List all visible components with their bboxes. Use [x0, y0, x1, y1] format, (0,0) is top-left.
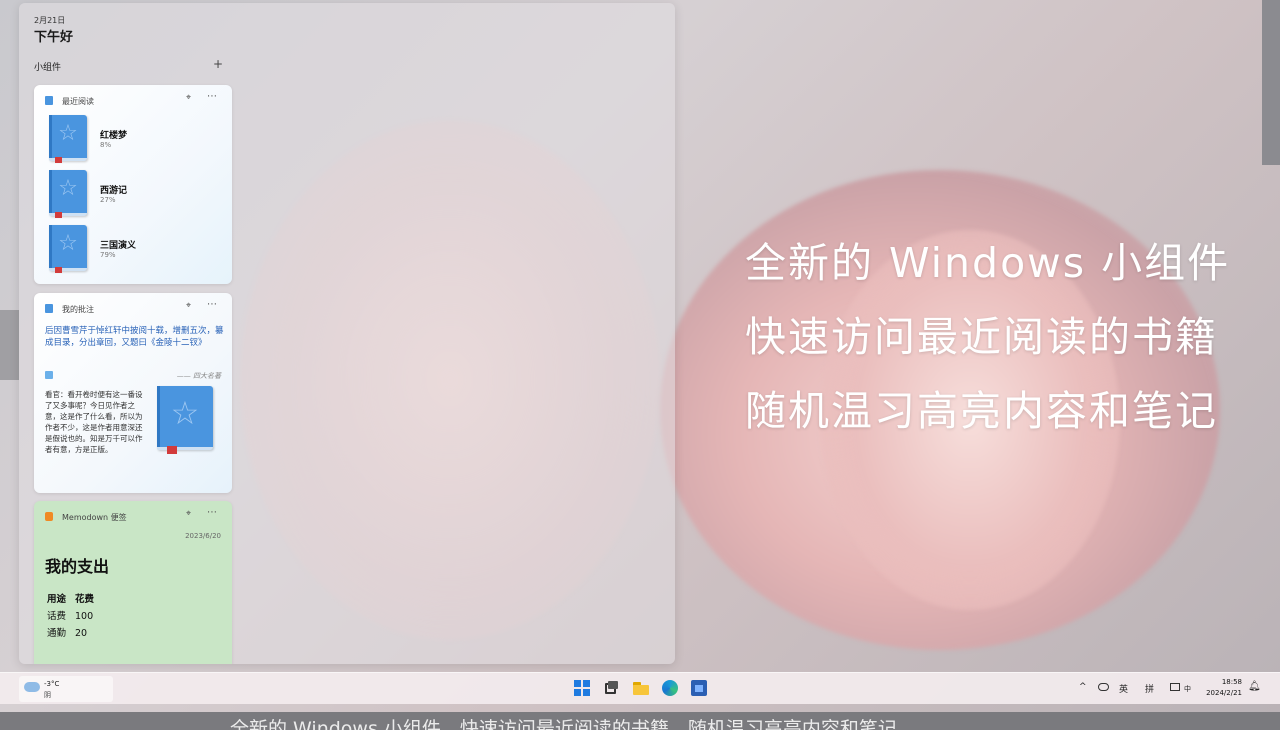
subtitle-strip: 全新的 Windows 小组件，快速访问最近阅读的书籍，随机温习高亮内容和笔记 — [0, 712, 1280, 730]
note-body: 看官：看开卷时便有这一番设了又多事呢？今日见作者之意，这是作了什么看，所以为作者… — [45, 390, 143, 454]
promo-line-2: 快速访问最近阅读的书籍 — [745, 313, 1218, 361]
table-row: 话费 100 — [47, 608, 94, 625]
table-cell: 100 — [75, 611, 94, 622]
add-widget-button[interactable]: + — [213, 57, 223, 71]
widgets-label: 小组件 — [34, 63, 62, 73]
more-options-icon[interactable]: ⋯ — [207, 507, 218, 518]
quote-source: —— 四大名著 — [176, 372, 221, 380]
widgets-panel: 2月21日 下午好 小组件 + 最近阅读 ⌖ ⋯ ☆ 红楼梦 8% ☆ 西游记 … — [19, 3, 675, 664]
star-icon: ☆ — [170, 394, 200, 432]
book-cover-large[interactable]: ☆ — [157, 386, 213, 454]
table-header: 用途 花费 — [47, 591, 94, 608]
bookmark-icon — [55, 267, 62, 273]
panel-date: 2月21日 — [34, 16, 66, 25]
file-explorer-icon[interactable] — [633, 680, 649, 696]
book-cover-icon: ☆ — [157, 386, 213, 454]
star-icon: ☆ — [58, 231, 78, 256]
column-header: 花费 — [75, 594, 95, 605]
bookmark-icon — [167, 446, 177, 454]
bookmark-icon — [55, 157, 62, 163]
book-icon — [45, 96, 53, 105]
note-icon — [45, 371, 53, 379]
background-window-edge-left — [0, 310, 19, 380]
book-progress: 79% — [100, 251, 116, 259]
star-icon: ☆ — [58, 121, 78, 146]
tray-cloud-icon[interactable] — [1098, 683, 1109, 691]
memo-heading: 我的支出 — [45, 557, 110, 576]
tray-chevron-icon[interactable]: ^ — [1079, 682, 1087, 692]
memodown-widget[interactable]: Memodown 便签 ⌖ ⋯ 2023/6/20 我的支出 用途 花费 话费 10… — [34, 501, 232, 664]
star-icon: ☆ — [58, 176, 78, 201]
highlight-quote[interactable]: 后因曹雪芹于悼红轩中披阅十载，增删五次，纂成目录，分出章回，又题曰《金陵十二钗》 — [45, 325, 227, 349]
store-app-icon[interactable] — [691, 680, 707, 696]
weather-condition: 阴 — [44, 691, 51, 699]
table-cell: 通勤 — [47, 628, 67, 639]
table-cell: 20 — [75, 628, 88, 639]
widget-header: 我的批注 ⌖ ⋯ — [34, 293, 232, 323]
weather-widget-button[interactable]: -3°C 阴 — [19, 676, 113, 702]
recent-reading-widget[interactable]: 最近阅读 ⌖ ⋯ ☆ 红楼梦 8% ☆ 西游记 27% ☆ 三国演义 79% — [34, 85, 232, 284]
my-notes-widget[interactable]: 我的批注 ⌖ ⋯ 后因曹雪芹于悼红轩中披阅十载，增删五次，纂成目录，分出章回，又… — [34, 293, 232, 493]
book-item[interactable]: ☆ 西游记 27% — [49, 170, 219, 218]
widget-header: 最近阅读 ⌖ ⋯ — [34, 85, 232, 115]
book-title: 三国演义 — [100, 241, 137, 251]
widget-header: Memodown 便签 ⌖ ⋯ — [34, 501, 232, 531]
widget-title: Memodown 便签 — [62, 513, 127, 522]
bookmark-icon — [55, 212, 62, 218]
memo-date: 2023/6/20 — [185, 532, 221, 540]
clock-time[interactable]: 18:58 — [1220, 678, 1242, 686]
book-cover-icon: ☆ — [49, 225, 87, 273]
taskbar: -3°C 阴 ^ 英 拼 中 18:58 2024/2/21 🔔︎ — [0, 672, 1280, 704]
book-item[interactable]: ☆ 红楼梦 8% — [49, 115, 219, 163]
pin-icon[interactable]: ⌖ — [186, 93, 191, 103]
table-cell: 话费 — [47, 611, 67, 622]
pin-icon[interactable]: ⌖ — [186, 301, 191, 311]
table-row: 通勤 20 — [47, 625, 94, 642]
input-language-indicator[interactable]: 英 — [1119, 682, 1128, 695]
chinese-mode-indicator[interactable]: 中 — [1184, 684, 1191, 694]
network-icon[interactable] — [1170, 683, 1180, 691]
book-item[interactable]: ☆ 三国演义 79% — [49, 225, 219, 273]
promo-line-1: 全新的 Windows 小组件 — [745, 239, 1231, 287]
ime-mode-indicator[interactable]: 拼 — [1145, 682, 1154, 695]
book-cover-icon: ☆ — [49, 115, 87, 163]
notification-bell-icon[interactable]: 🔔︎ — [1248, 681, 1261, 692]
task-view-icon[interactable] — [603, 680, 619, 696]
promo-overlay: 全新的 Windows 小组件 快速访问最近阅读的书籍 随机温习高亮内容和笔记 — [745, 226, 1265, 448]
pin-icon[interactable]: ⌖ — [186, 509, 191, 519]
cloud-icon — [24, 682, 40, 692]
book-cover-icon: ☆ — [49, 170, 87, 218]
memodown-app-icon — [45, 512, 53, 521]
book-progress: 27% — [100, 196, 116, 204]
more-options-icon[interactable]: ⋯ — [207, 91, 218, 102]
panel-greeting: 下午好 — [34, 30, 74, 45]
book-title: 红楼梦 — [100, 131, 128, 141]
book-title: 西游记 — [100, 186, 128, 196]
background-window-edge — [1262, 0, 1280, 165]
clock-date[interactable]: 2024/2/21 — [1204, 689, 1242, 697]
column-header: 用途 — [47, 594, 67, 605]
edge-browser-icon[interactable] — [662, 680, 678, 696]
widget-title: 我的批注 — [62, 305, 94, 314]
book-icon — [45, 304, 53, 313]
promo-line-3: 随机温习高亮内容和笔记 — [745, 387, 1218, 435]
subtitle-text: 全新的 Windows 小组件，快速访问最近阅读的书籍，随机温习高亮内容和笔记 — [230, 718, 897, 730]
book-progress: 8% — [100, 141, 112, 149]
start-button[interactable] — [574, 680, 590, 696]
more-options-icon[interactable]: ⋯ — [207, 299, 218, 310]
widget-title: 最近阅读 — [62, 97, 94, 106]
memo-table: 用途 花费 话费 100 通勤 20 — [47, 591, 94, 642]
weather-temperature: -3°C — [44, 680, 60, 688]
